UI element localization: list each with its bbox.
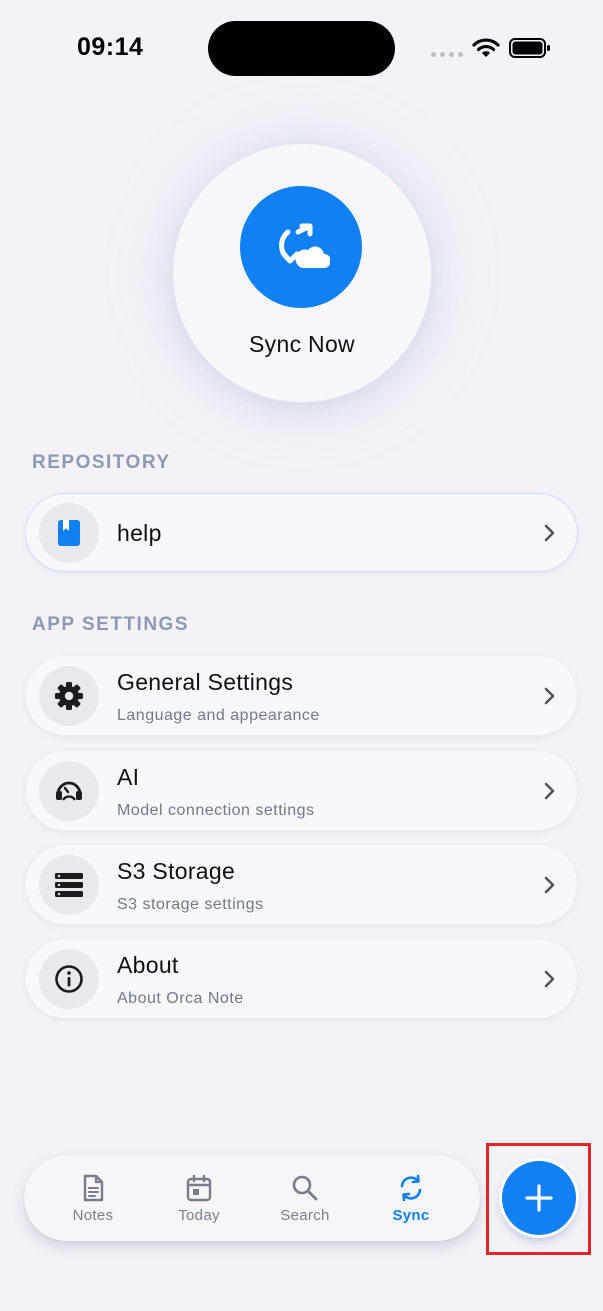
document-icon [83,1174,104,1202]
cellular-signal-icon [431,52,463,57]
ai-assistant-icon [56,781,82,801]
chevron-right-icon [544,524,555,542]
tab-notes[interactable]: Notes [40,1155,146,1241]
settings-item-title: About [117,952,179,978]
plus-icon [525,1184,553,1212]
add-note-button[interactable] [502,1161,576,1235]
repository-item-help[interactable]: help [25,493,578,572]
chevron-right-icon [544,782,555,800]
settings-item-subtitle: Model connection settings [117,802,315,819]
sync-now-button[interactable] [240,186,362,308]
wifi-icon [472,38,500,57]
search-icon [292,1175,318,1201]
status-bar: 09:14 [0,0,603,96]
settings-item-about[interactable]: About About Orca Note [25,938,578,1019]
settings-item-title: S3 Storage [117,858,236,884]
general-icon-wrap [39,666,99,726]
tab-label: Notes [72,1207,114,1224]
dynamic-island [208,21,395,76]
app-settings-header: APP SETTINGS [32,614,190,635]
tab-bar: Notes Today Search Sync [24,1155,480,1241]
tab-today[interactable]: Today [146,1155,252,1241]
gear-icon [55,682,83,710]
calendar-icon [186,1174,212,1202]
chevron-right-icon [544,876,555,894]
settings-item-s3-storage[interactable]: S3 Storage S3 storage settings [25,844,578,925]
tab-label: Sync [392,1207,430,1224]
sync-icon [400,1174,422,1202]
tab-sync[interactable]: Sync [358,1155,464,1241]
repository-icon-wrap [39,503,99,563]
settings-item-subtitle: About Orca Note [117,990,244,1007]
settings-item-title: AI [117,764,140,790]
cloud-sync-icon [279,223,330,268]
settings-item-subtitle: S3 storage settings [117,896,264,913]
settings-item-general[interactable]: General Settings Language and appearance [25,655,578,736]
chevron-right-icon [544,687,555,705]
chevron-right-icon [544,970,555,988]
tab-label: Search [280,1207,330,1224]
repository-header: REPOSITORY [32,452,171,473]
book-icon [58,520,80,546]
settings-item-title: General Settings [117,669,294,695]
storage-icon-wrap [39,855,99,915]
tab-search[interactable]: Search [252,1155,358,1241]
storage-icon [55,873,83,897]
battery-icon [509,38,550,58]
repository-item-title: help [117,520,162,546]
info-icon [55,965,83,993]
tab-label: Today [178,1207,220,1224]
status-time: 09:14 [77,33,144,61]
settings-item-ai[interactable]: AI Model connection settings [25,750,578,831]
about-icon-wrap [39,949,99,1009]
ai-icon-wrap [39,761,99,821]
sync-now-label: Sync Now [249,331,355,357]
settings-item-subtitle: Language and appearance [117,707,320,724]
